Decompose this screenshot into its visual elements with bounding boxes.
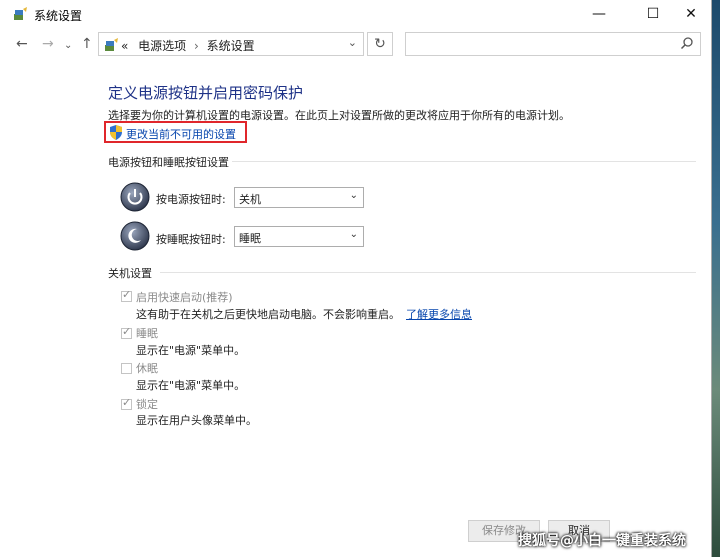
fast-startup-label: 启用快速启动(推荐)	[136, 291, 233, 304]
change-settings-highlight: 更改当前不可用的设置	[104, 121, 247, 143]
hibernate-menu-description: 显示在"电源"菜单中。	[136, 379, 246, 392]
change-unavailable-settings-link[interactable]: 更改当前不可用的设置	[126, 126, 236, 142]
breadcrumb-power-options[interactable]: 电源选项	[138, 39, 186, 53]
power-button-icon	[120, 182, 150, 212]
learn-more-link[interactable]: 了解更多信息	[406, 308, 472, 321]
lock-menu-checkbox[interactable]: ✓	[121, 396, 132, 410]
power-buttons-section-title: 电源按钮和睡眠按钮设置	[108, 156, 229, 169]
breadcrumb-system-settings[interactable]: 系统设置	[207, 39, 255, 53]
minimize-button[interactable]: —	[576, 0, 622, 28]
search-icon[interactable]	[680, 36, 694, 50]
window-title: 系统设置	[34, 9, 83, 23]
fast-startup-description: 这有助于在关机之后更快地启动电脑。不会影响重启。 了解更多信息	[136, 306, 472, 322]
breadcrumb-overflow[interactable]: «	[121, 39, 128, 53]
recent-locations-dropdown[interactable]: ⌄	[64, 40, 72, 51]
hibernate-menu-label: 休眠	[136, 362, 158, 375]
close-button[interactable]: ✕	[668, 0, 714, 28]
lock-menu-description: 显示在用户头像菜单中。	[136, 414, 257, 427]
forward-button[interactable]: →	[42, 36, 54, 52]
power-button-label: 按电源按钮时:	[156, 193, 226, 206]
power-button-action-select[interactable]: 关机 ⌄	[234, 187, 364, 208]
watermark-text: 搜狐号@小白一键重装系统	[518, 533, 686, 549]
title-bar[interactable]: 系统设置 — ☐ ✕	[0, 0, 712, 28]
address-bar: ← → ⌄ ↑ « 电源选项 › 系统设置 ⌄ ↻	[0, 30, 712, 60]
fast-startup-desc-text: 这有助于在关机之后更快地启动电脑。不会影响重启。	[136, 308, 400, 321]
sleep-button-label: 按睡眠按钮时:	[156, 233, 226, 246]
breadcrumb-separator[interactable]: ›	[194, 39, 199, 53]
sleep-menu-checkbox[interactable]: ✓	[121, 325, 132, 339]
control-panel-icon	[105, 38, 118, 51]
shutdown-section-title: 关机设置	[108, 267, 152, 280]
refresh-button[interactable]: ↻	[367, 32, 393, 56]
checkmark-icon: ✓	[122, 288, 132, 301]
back-button[interactable]: ←	[16, 36, 28, 52]
address-dropdown-icon[interactable]: ⌄	[348, 36, 357, 49]
section-divider	[232, 161, 696, 162]
chevron-down-icon: ⌄	[349, 229, 358, 240]
fast-startup-checkbox[interactable]: ✓	[121, 288, 132, 302]
power-options-app-icon	[14, 7, 27, 20]
system-settings-window: 系统设置 — ☐ ✕ ← → ⌄ ↑ « 电源选项 › 系统设置 ⌄ ↻ 定义电…	[0, 0, 712, 557]
sleep-button-action-select[interactable]: 睡眠 ⌄	[234, 226, 364, 247]
power-button-action-value: 关机	[239, 193, 261, 206]
sleep-menu-description: 显示在"电源"菜单中。	[136, 344, 246, 357]
checkmark-icon: ✓	[122, 325, 132, 338]
sleep-button-action-value: 睡眠	[239, 232, 261, 245]
sleep-button-icon	[120, 221, 150, 251]
address-field[interactable]: « 电源选项 › 系统设置 ⌄	[98, 32, 364, 56]
breadcrumb: « 电源选项 › 系统设置	[121, 37, 255, 54]
up-button[interactable]: ↑	[81, 36, 93, 52]
checkmark-icon: ✓	[122, 396, 132, 409]
uac-shield-icon	[110, 125, 122, 140]
search-input[interactable]	[405, 32, 701, 56]
hibernate-menu-checkbox[interactable]	[121, 363, 132, 374]
section-divider	[160, 272, 696, 273]
chevron-down-icon: ⌄	[349, 190, 358, 201]
sleep-menu-label: 睡眠	[136, 327, 158, 340]
page-title: 定义电源按钮并启用密码保护	[108, 84, 304, 102]
lock-menu-label: 锁定	[136, 398, 158, 411]
